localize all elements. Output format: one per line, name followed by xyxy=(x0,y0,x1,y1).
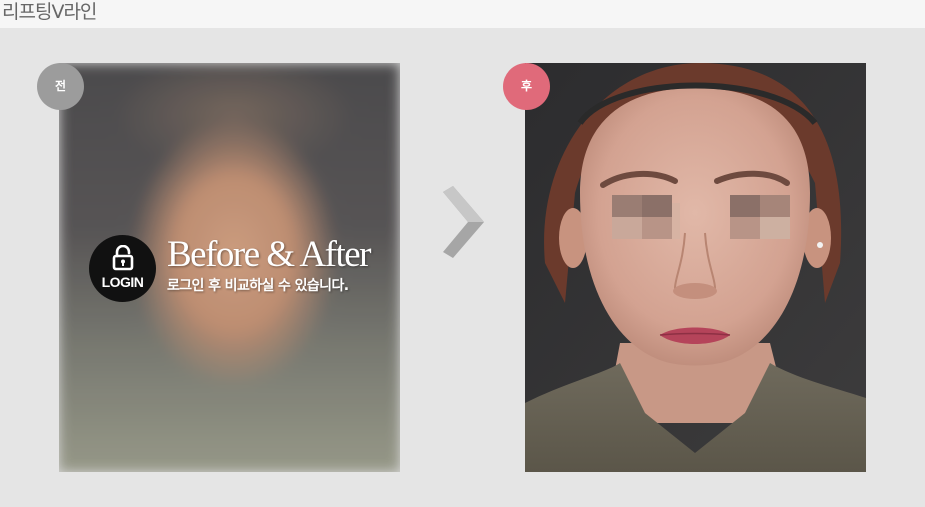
login-button[interactable]: LOGIN xyxy=(89,235,156,302)
page-title: 리프팅V라인 xyxy=(2,1,97,23)
before-after-title: Before & After xyxy=(167,234,371,275)
title-bar: 리프팅V라인 xyxy=(0,0,925,28)
after-badge: 후 xyxy=(503,63,550,110)
before-badge: 전 xyxy=(37,63,84,110)
login-label: LOGIN xyxy=(101,274,144,290)
before-photo[interactable]: LOGIN Before & After 로그인 후 비교하실 수 있습니다. xyxy=(59,63,400,472)
after-photo[interactable] xyxy=(525,63,866,472)
login-notice: 로그인 후 비교하실 수 있습니다. xyxy=(167,278,349,294)
after-face-image xyxy=(525,63,866,472)
lock-icon xyxy=(112,245,134,271)
chevron-right-icon xyxy=(443,186,484,258)
